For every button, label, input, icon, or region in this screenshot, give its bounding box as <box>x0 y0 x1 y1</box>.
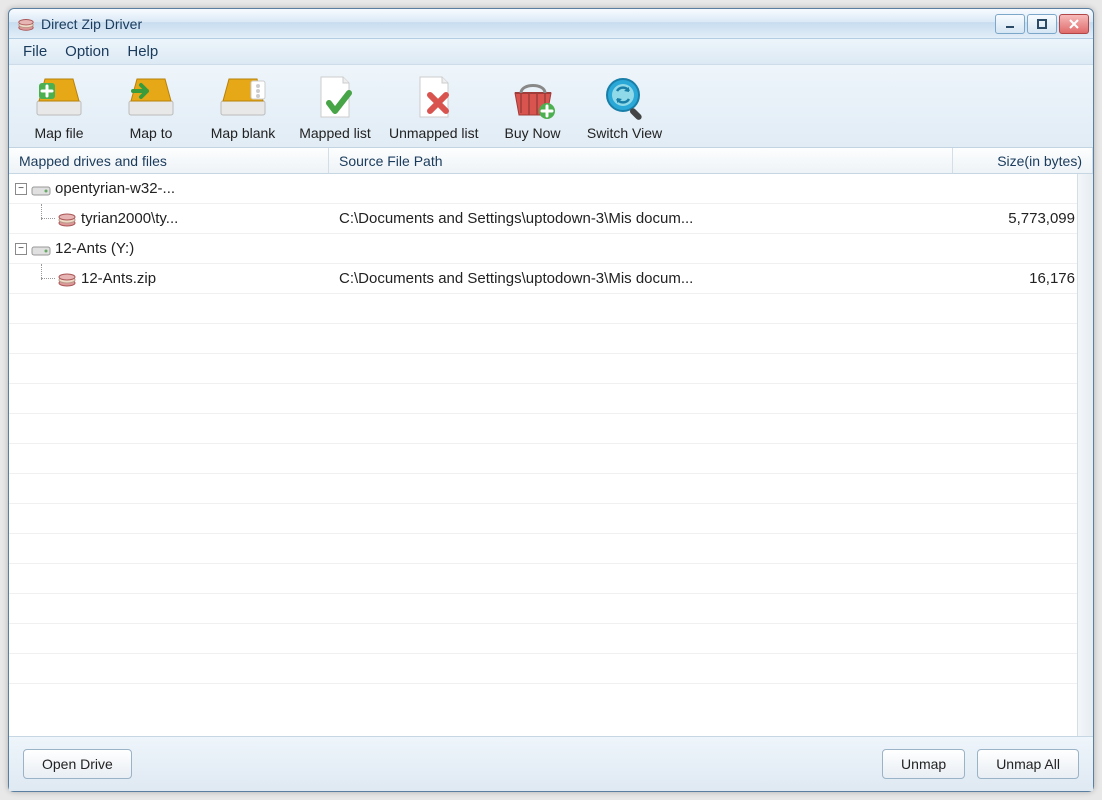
file-label: 12-Ants.zip <box>81 270 156 287</box>
drive-icon <box>31 181 51 197</box>
tree-file-row[interactable]: 12-Ants.zip C:\Documents and Settings\up… <box>9 264 1093 294</box>
drive-plus-icon <box>31 73 87 121</box>
shopping-basket-icon <box>505 73 561 121</box>
toolbar-label: Switch View <box>587 125 662 141</box>
app-icon <box>17 15 35 33</box>
toolbar-map-blank[interactable]: Map blank <box>205 73 281 141</box>
file-label: tyrian2000\ty... <box>81 210 178 227</box>
toolbar-label: Map blank <box>211 125 276 141</box>
drive-blank-icon <box>215 73 271 121</box>
toolbar-label: Map file <box>34 125 83 141</box>
titlebar: Direct Zip Driver <box>9 9 1093 39</box>
drive-label: 12-Ants (Y:) <box>55 240 134 257</box>
collapse-icon[interactable]: − <box>15 183 27 195</box>
tree-connector <box>29 264 57 294</box>
file-size: 5,773,099 <box>953 210 1093 227</box>
collapse-icon[interactable]: − <box>15 243 27 255</box>
maximize-button[interactable] <box>1027 14 1057 34</box>
toolbar-label: Buy Now <box>504 125 560 141</box>
toolbar-switch-view[interactable]: Switch View <box>587 73 663 141</box>
column-path[interactable]: Source File Path <box>329 148 953 173</box>
column-header: Mapped drives and files Source File Path… <box>9 148 1093 174</box>
window-title: Direct Zip Driver <box>41 16 995 32</box>
close-button[interactable] <box>1059 14 1089 34</box>
menubar: File Option Help <box>9 39 1093 65</box>
grid: − opentyrian-w32-... tyrian2000\ty... <box>9 174 1093 737</box>
tree-drive-row[interactable]: − 12-Ants (Y:) <box>9 234 1093 264</box>
tree-drive-row[interactable]: − opentyrian-w32-... <box>9 174 1093 204</box>
drive-icon <box>31 241 51 257</box>
open-drive-button[interactable]: Open Drive <box>23 749 132 779</box>
zip-file-icon <box>57 211 77 227</box>
file-path: C:\Documents and Settings\uptodown-3\Mis… <box>329 210 953 227</box>
toolbar-unmapped-list[interactable]: Unmapped list <box>389 73 479 141</box>
bottom-bar: Open Drive Unmap Unmap All <box>9 737 1093 791</box>
toolbar-label: Mapped list <box>299 125 371 141</box>
menu-option[interactable]: Option <box>65 43 109 60</box>
drive-label: opentyrian-w32-... <box>55 180 175 197</box>
toolbar-buy-now[interactable]: Buy Now <box>495 73 571 141</box>
toolbar: Map file Map to Map blank Mapped list Un <box>9 65 1093 148</box>
document-check-icon <box>307 73 363 121</box>
file-size: 16,176 <box>953 270 1093 287</box>
column-name[interactable]: Mapped drives and files <box>9 148 329 173</box>
toolbar-label: Unmapped list <box>389 125 479 141</box>
menu-file[interactable]: File <box>23 43 47 60</box>
file-path: C:\Documents and Settings\uptodown-3\Mis… <box>329 270 953 287</box>
drive-arrow-icon <box>123 73 179 121</box>
toolbar-map-file[interactable]: Map file <box>21 73 97 141</box>
unmap-all-button[interactable]: Unmap All <box>977 749 1079 779</box>
unmap-button[interactable]: Unmap <box>882 749 965 779</box>
toolbar-label: Map to <box>130 125 173 141</box>
document-x-icon <box>406 73 462 121</box>
toolbar-mapped-list[interactable]: Mapped list <box>297 73 373 141</box>
tree-file-row[interactable]: tyrian2000\ty... C:\Documents and Settin… <box>9 204 1093 234</box>
zip-file-icon <box>57 271 77 287</box>
refresh-magnifier-icon <box>597 73 653 121</box>
app-window: Direct Zip Driver File Option Help Map f… <box>8 8 1094 792</box>
minimize-button[interactable] <box>995 14 1025 34</box>
column-size[interactable]: Size(in bytes) <box>953 148 1093 173</box>
vertical-scrollbar[interactable] <box>1077 174 1093 736</box>
toolbar-map-to[interactable]: Map to <box>113 73 189 141</box>
menu-help[interactable]: Help <box>127 43 158 60</box>
tree-connector <box>29 204 57 234</box>
